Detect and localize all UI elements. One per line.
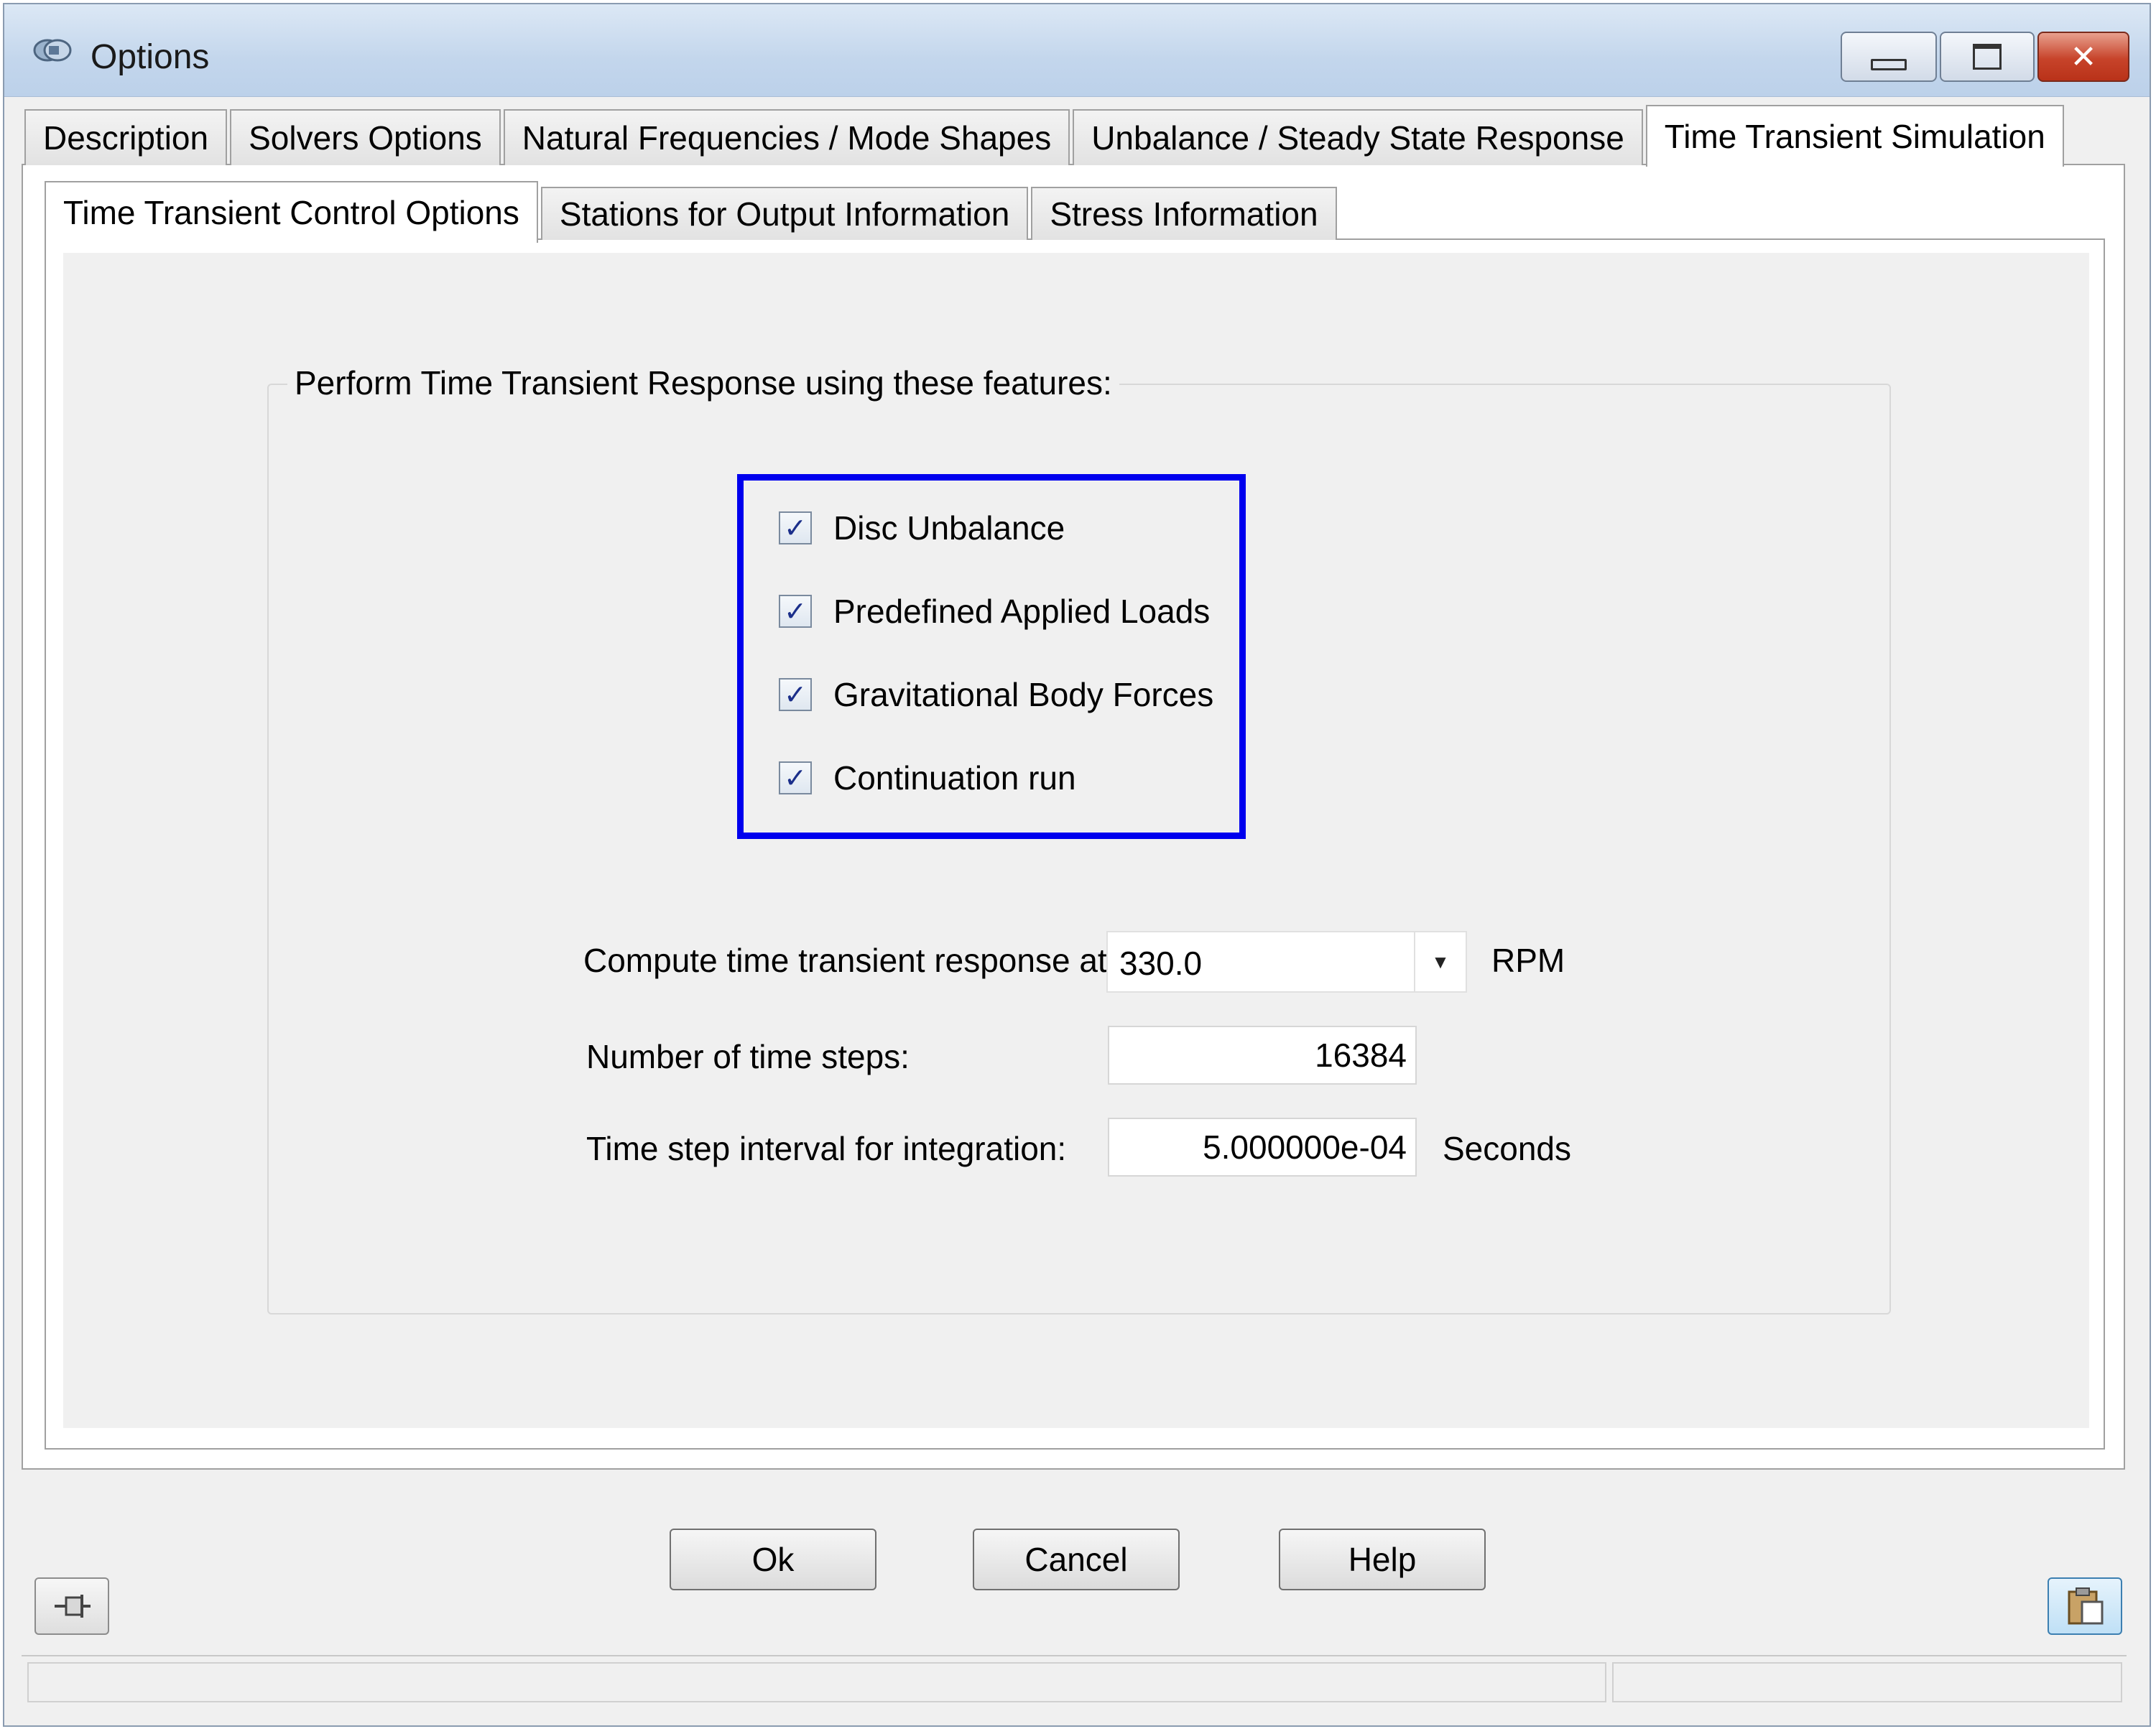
sub-tab-strip: Time Transient Control Options Stations …	[45, 180, 1340, 243]
tab-description[interactable]: Description	[24, 109, 228, 165]
cancel-button[interactable]: Cancel	[973, 1529, 1180, 1590]
status-pane-main	[27, 1662, 1606, 1702]
speed-value: 330.0	[1119, 945, 1203, 982]
maximize-icon	[1973, 44, 2002, 70]
dropdown-arrow-icon[interactable]: ▼	[1414, 932, 1466, 991]
status-pane-secondary	[1612, 1662, 2122, 1702]
main-tab-strip: Description Solvers Options Natural Freq…	[24, 105, 2067, 167]
tab-stress-information[interactable]: Stress Information	[1031, 187, 1337, 240]
help-button[interactable]: Help	[1279, 1529, 1486, 1590]
disc-unbalance-label: Disc Unbalance	[833, 509, 1065, 547]
tab-time-transient-simulation[interactable]: Time Transient Simulation	[1645, 105, 2064, 167]
gravitational-body-forces-checkbox[interactable]: ✓ Gravitational Body Forces	[779, 675, 1213, 714]
speed-combobox[interactable]: 330.0 ▼	[1106, 931, 1467, 993]
close-button[interactable]: ✕	[2037, 32, 2129, 82]
time-steps-label: Number of time steps:	[586, 1038, 910, 1075]
tab-time-transient-control-options[interactable]: Time Transient Control Options	[45, 181, 538, 243]
minimize-icon	[1871, 59, 1907, 70]
disc-unbalance-checkbox[interactable]: ✓ Disc Unbalance	[779, 509, 1065, 547]
ok-button[interactable]: Ok	[670, 1529, 876, 1590]
checkbox-checked-icon[interactable]: ✓	[779, 511, 812, 544]
continuation-run-checkbox[interactable]: ✓ Continuation run	[779, 759, 1076, 797]
speed-label: Compute time transient response at	[583, 942, 1107, 979]
speed-unit-label: RPM	[1491, 942, 1565, 979]
predefined-applied-loads-checkbox[interactable]: ✓ Predefined Applied Loads	[779, 592, 1210, 631]
continuation-run-label: Continuation run	[833, 759, 1076, 797]
time-step-interval-label: Time step interval for integration:	[586, 1130, 1067, 1167]
tab-unbalance-steady-state[interactable]: Unbalance / Steady State Response	[1073, 109, 1643, 165]
clipboard-icon	[2068, 1587, 2104, 1625]
features-group-legend: Perform Time Transient Response using th…	[287, 363, 1119, 402]
window-title: Options	[91, 38, 210, 76]
pin-button[interactable]	[34, 1577, 109, 1635]
tab-solvers-options[interactable]: Solvers Options	[230, 109, 501, 165]
gravitational-body-forces-label: Gravitational Body Forces	[833, 676, 1214, 713]
status-bar	[22, 1655, 2127, 1707]
time-step-interval-field[interactable]: 5.000000e-04	[1108, 1118, 1417, 1177]
app-options-icon	[33, 39, 72, 62]
clipboard-button[interactable]	[2048, 1577, 2122, 1635]
tab-natural-frequencies[interactable]: Natural Frequencies / Mode Shapes	[503, 109, 1070, 165]
title-bar: Options ✕	[4, 4, 2150, 97]
close-icon: ✕	[2070, 39, 2097, 75]
checkbox-checked-icon[interactable]: ✓	[779, 595, 812, 628]
tab-stations-output-information[interactable]: Stations for Output Information	[540, 187, 1029, 240]
minimize-button[interactable]	[1841, 32, 1937, 82]
maximize-button[interactable]	[1940, 32, 2035, 82]
interval-unit-label: Seconds	[1443, 1130, 1572, 1167]
time-steps-field[interactable]: 16384	[1108, 1026, 1417, 1085]
pin-icon	[55, 1595, 91, 1618]
predefined-applied-loads-label: Predefined Applied Loads	[833, 593, 1211, 630]
checkbox-checked-icon[interactable]: ✓	[779, 761, 812, 794]
checkbox-checked-icon[interactable]: ✓	[779, 678, 812, 711]
